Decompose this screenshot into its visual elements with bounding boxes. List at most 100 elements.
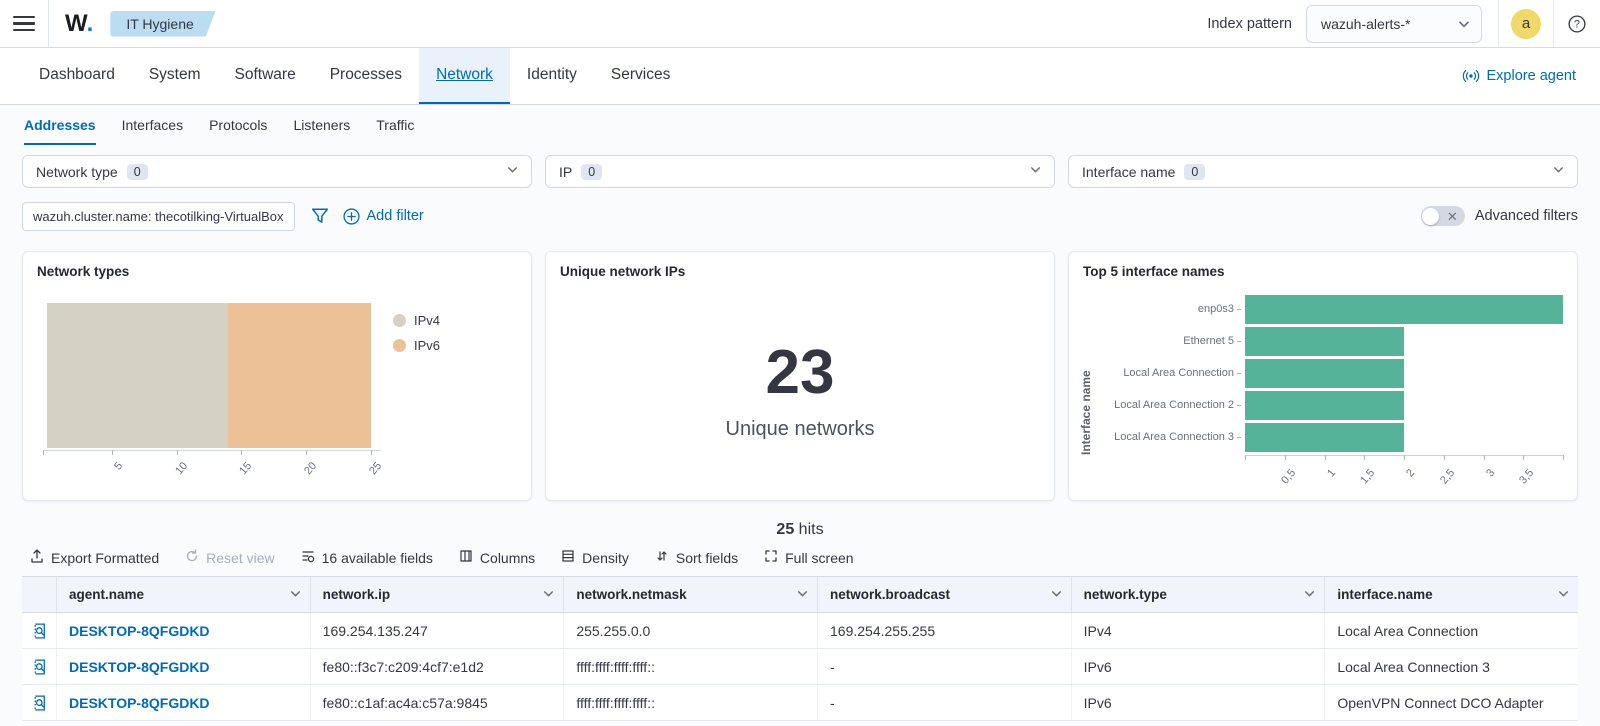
tab-network[interactable]: Network (419, 48, 510, 104)
x-tick-label: 10 (172, 460, 190, 478)
bar-local-area-connection-3[interactable] (1245, 422, 1404, 452)
x-tick-label: 5 (111, 460, 125, 473)
cell-network.broadcast: - (817, 649, 1071, 684)
bar-segment-ipv6[interactable] (228, 303, 371, 448)
table-row: DESKTOP-8QFGDKD fe80::f3c7:c209:4cf7:e1d2… (22, 649, 1578, 685)
subtab-addresses[interactable]: Addresses (24, 117, 96, 145)
x-tick-label: 3,5 (1517, 467, 1537, 487)
agent-name-link[interactable]: DESKTOP-8QFGDKD (56, 613, 310, 648)
category-label: Ethernet 5 (1093, 325, 1245, 357)
subtab-interfaces[interactable]: Interfaces (122, 117, 183, 145)
chevron-down-icon (506, 163, 519, 181)
density-button[interactable]: Density (561, 549, 629, 566)
toggle-off-x-icon: ✕ (1446, 208, 1458, 224)
agent-name-link[interactable]: DESKTOP-8QFGDKD (56, 685, 310, 720)
breadcrumb[interactable]: IT Hygiene (110, 11, 215, 37)
filter-select-interface-name[interactable]: Interface name 0 (1068, 155, 1578, 188)
sort-fields-button[interactable]: Sort fields (655, 549, 738, 566)
module-tabs: Dashboard System Software Processes Network I… (0, 48, 1600, 105)
filter-funnel-icon[interactable] (311, 207, 329, 225)
bar-local-area-connection[interactable] (1245, 358, 1404, 388)
x-tick-label: 20 (302, 460, 320, 478)
columns-button[interactable]: Columns (459, 549, 535, 566)
help-icon[interactable]: ? (1554, 14, 1600, 33)
column-header-network.netmask[interactable]: network.netmask (563, 577, 817, 612)
category-label: Local Area Connection 2 (1093, 389, 1245, 421)
sort-icon (655, 549, 669, 566)
filter-selects-row: Network type 0 IP 0 Interface name 0 (22, 155, 1578, 188)
category-label: enp0s3 (1093, 293, 1245, 325)
advanced-filters-toggle[interactable]: ✕ (1420, 206, 1465, 226)
plus-circle-icon (342, 207, 360, 225)
avatar[interactable]: a (1511, 8, 1541, 39)
tab-dashboard[interactable]: Dashboard (22, 48, 132, 104)
count-badge: 0 (1184, 163, 1206, 180)
chevron-down-icon (542, 587, 555, 603)
chevron-down-icon (1050, 587, 1063, 603)
bar-ethernet-5[interactable] (1245, 326, 1404, 356)
table-toolbar: Export Formatted Reset view 16 available f… (22, 547, 1578, 576)
subtab-listeners[interactable]: Listeners (293, 117, 350, 145)
expand-row-icon[interactable] (22, 613, 56, 648)
index-pattern-select[interactable]: wazuh-alerts-* (1306, 4, 1482, 43)
tab-software[interactable]: Software (218, 48, 313, 104)
interface-names-chart[interactable] (1245, 289, 1563, 453)
legend-item-ipv6[interactable]: IPv6 (393, 338, 440, 353)
panel-top-interface-names: Top 5 interface names Interface name enp… (1068, 251, 1578, 501)
panel-network-types: Network types 5 10 15 20 25 IPv4 IPv6 (22, 251, 532, 501)
column-header-network.type[interactable]: network.type (1070, 577, 1325, 612)
visualization-panels: Network types 5 10 15 20 25 IPv4 IPv6 Uni… (22, 251, 1578, 501)
cell-network.type: IPv4 (1070, 613, 1325, 648)
export-icon (30, 549, 44, 566)
tab-system[interactable]: System (132, 48, 218, 104)
fullscreen-icon (764, 549, 778, 566)
filter-pill[interactable]: wazuh.cluster.name: thecotilking-Virtual… (22, 201, 295, 231)
filter-select-ip[interactable]: IP 0 (545, 155, 1055, 188)
table-row: DESKTOP-8QFGDKD fe80::c1af:ac4a:c57a:9845… (22, 685, 1578, 721)
explore-agent-button[interactable]: Explore agent (1462, 48, 1576, 104)
x-tick-label: 0,5 (1278, 467, 1298, 487)
tab-processes[interactable]: Processes (313, 48, 419, 104)
hits-count: 25 hits (776, 521, 824, 538)
column-header-agent.name[interactable]: agent.name (56, 577, 310, 612)
refresh-icon (185, 549, 199, 566)
subtab-protocols[interactable]: Protocols (209, 117, 267, 145)
column-header-interface.name[interactable]: interface.name (1324, 577, 1578, 612)
network-types-chart[interactable]: 5 10 15 20 25 (43, 293, 384, 477)
full-screen-button[interactable]: Full screen (764, 549, 854, 566)
chevron-down-icon (289, 587, 302, 603)
broadcast-icon (1462, 70, 1479, 82)
data-grid-header: agent.name network.ip network.netmask ne… (22, 577, 1578, 613)
stacked-bar[interactable] (47, 303, 371, 448)
cell-network.netmask: 255.255.0.0 (563, 613, 817, 648)
y-axis-title: Interface name (1079, 370, 1093, 455)
wazuh-logo[interactable]: W. (49, 10, 110, 38)
x-tick-label: 3 (1483, 467, 1497, 480)
add-filter-button[interactable]: Add filter (342, 207, 424, 225)
legend-item-ipv4[interactable]: IPv4 (393, 313, 440, 328)
bar-local-area-connection-2[interactable] (1245, 390, 1404, 420)
subtab-traffic[interactable]: Traffic (376, 117, 414, 145)
column-header-network.broadcast[interactable]: network.broadcast (817, 577, 1071, 612)
column-header-network.ip[interactable]: network.ip (309, 577, 564, 612)
fields-icon (301, 549, 315, 566)
cell-network.type: IPv6 (1070, 649, 1325, 684)
agent-name-link[interactable]: DESKTOP-8QFGDKD (56, 649, 310, 684)
expand-row-icon[interactable] (22, 649, 56, 684)
filter-select-network-type[interactable]: Network type 0 (22, 155, 532, 188)
export-formatted-button[interactable]: Export Formatted (30, 549, 159, 566)
menu-icon[interactable] (0, 0, 48, 47)
bar-enp0s3[interactable] (1245, 294, 1563, 324)
results-table-section: 25 hits Export Formatted Reset view 16 ava… (22, 521, 1578, 721)
chevron-down-icon (1557, 587, 1570, 603)
header-control-cell (22, 577, 56, 612)
tab-services[interactable]: Services (594, 48, 687, 104)
x-tick-label: 15 (237, 460, 255, 478)
cell-interface.name: Local Area Connection 3 (1324, 649, 1578, 684)
16-available-fields-button[interactable]: 16 available fields (301, 549, 433, 566)
panel-title: Network types (37, 264, 130, 279)
bar-segment-ipv4[interactable] (47, 303, 229, 448)
tab-identity[interactable]: Identity (510, 48, 594, 104)
expand-row-icon[interactable] (22, 685, 56, 720)
x-tick-label: 25 (367, 460, 385, 478)
